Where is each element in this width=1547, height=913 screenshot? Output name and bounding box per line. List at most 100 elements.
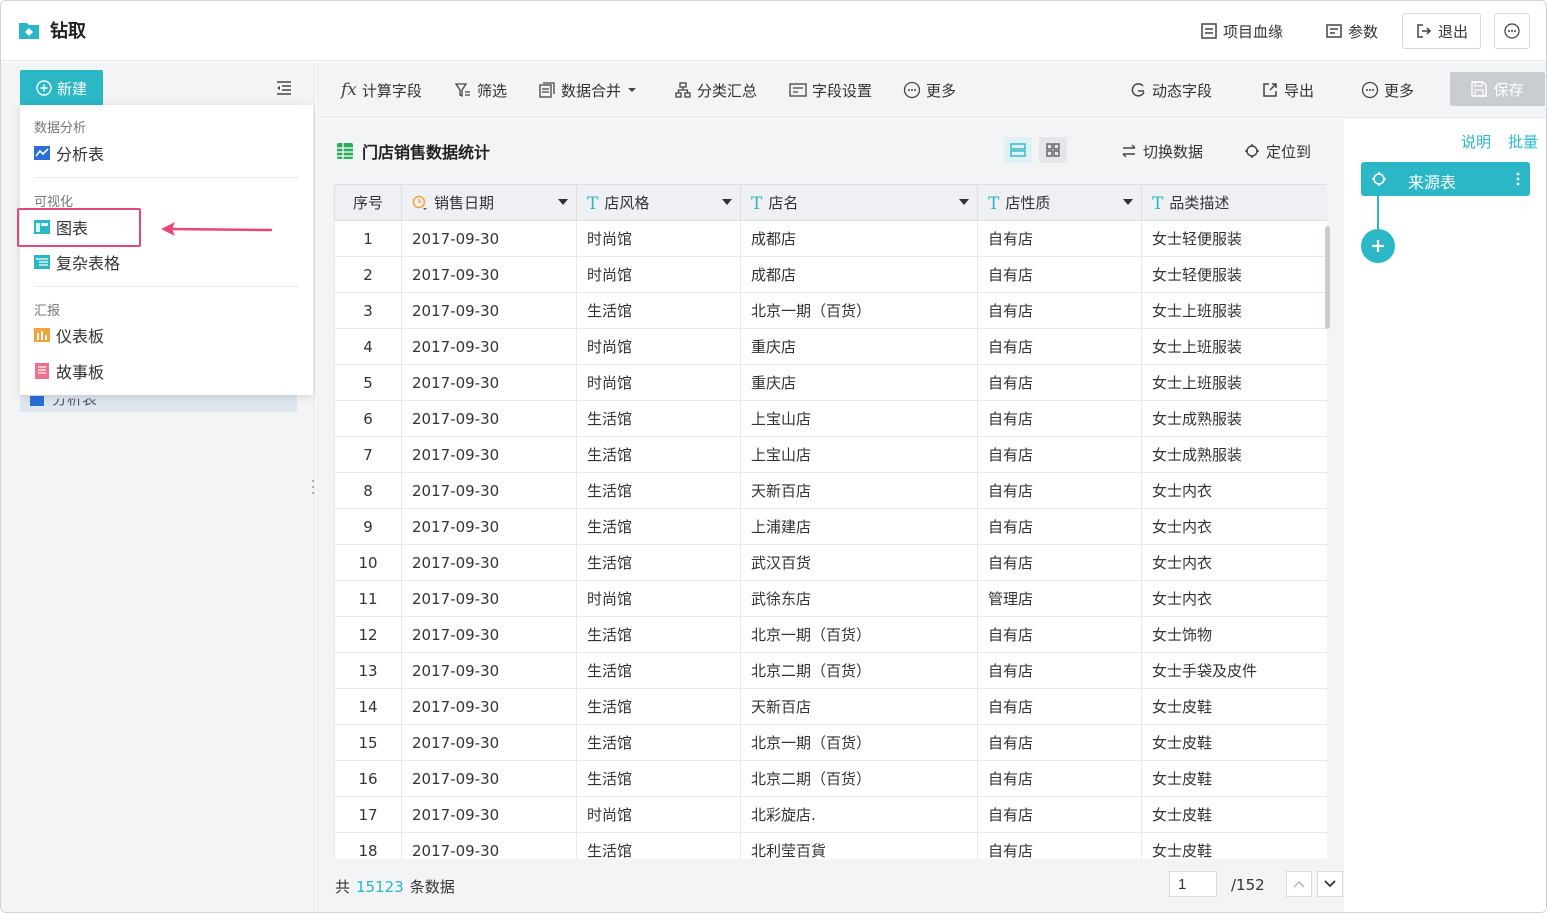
caret-down-icon[interactable] (959, 198, 969, 206)
caret-down-icon[interactable] (722, 198, 732, 206)
table-cell[interactable]: 14 (334, 688, 402, 725)
table-row[interactable]: 6 2017-09-30 生活馆 上宝山店 自有店 女士成熟服装 (334, 400, 1327, 437)
table-cell[interactable]: 2 (334, 256, 402, 293)
table-cell[interactable]: 北京二期（百货） (740, 652, 978, 689)
table-cell[interactable]: 3 (334, 292, 402, 329)
next-page-button[interactable] (1317, 871, 1343, 897)
table-row[interactable]: 8 2017-09-30 生活馆 天新百店 自有店 女士内衣 (334, 472, 1327, 509)
table-cell[interactable]: 7 (334, 436, 402, 473)
table-cell[interactable]: 自有店 (977, 652, 1142, 689)
table-cell[interactable]: 女士内衣 (1141, 580, 1327, 617)
table-cell[interactable]: 2017-09-30 (401, 436, 577, 473)
table-cell[interactable]: 生活馆 (576, 436, 741, 473)
switch-data-button[interactable]: 切换数据 (1121, 139, 1203, 163)
menu-item-storyboard[interactable]: 故事板 (34, 359, 104, 383)
table-row[interactable]: 9 2017-09-30 生活馆 上浦建店 自有店 女士内衣 (334, 508, 1327, 545)
table-cell[interactable]: 自有店 (977, 796, 1142, 833)
table-cell[interactable]: 2017-09-30 (401, 760, 577, 797)
calc-field-button[interactable]: fx 计算字段 (341, 78, 422, 102)
table-cell[interactable]: 自有店 (977, 724, 1142, 761)
collapse-menu-icon[interactable] (275, 80, 293, 96)
table-cell[interactable]: 13 (334, 652, 402, 689)
caret-down-icon[interactable] (558, 198, 568, 206)
table-cell[interactable]: 北利莹百貨 (740, 832, 978, 859)
table-cell[interactable]: 女士皮鞋 (1141, 688, 1327, 725)
table-cell[interactable]: 自有店 (977, 436, 1142, 473)
table-cell[interactable]: 女士皮鞋 (1141, 760, 1327, 797)
table-cell[interactable]: 女士手袋及皮件 (1141, 652, 1327, 689)
table-cell[interactable]: 自有店 (977, 508, 1142, 545)
menu-item-analysis-table[interactable]: 分析表 (34, 141, 104, 165)
caret-down-icon[interactable] (1123, 198, 1133, 206)
table-cell[interactable]: 北彩旋店. (740, 796, 978, 833)
table-cell[interactable]: 成都店 (740, 256, 978, 293)
table-row[interactable]: 10 2017-09-30 生活馆 武汉百货 自有店 女士内衣 (334, 544, 1327, 581)
table-cell[interactable]: 生活馆 (576, 724, 741, 761)
table-cell[interactable]: 北京二期（百货） (740, 760, 978, 797)
exit-button[interactable]: 退出 (1402, 13, 1482, 49)
table-cell[interactable]: 女士皮鞋 (1141, 724, 1327, 761)
table-cell[interactable]: 9 (334, 508, 402, 545)
table-cell[interactable]: 2017-09-30 (401, 724, 577, 761)
data-merge-button[interactable]: 数据合并 (538, 78, 637, 102)
table-cell[interactable]: 女士皮鞋 (1141, 832, 1327, 859)
vertical-dots-icon[interactable] (1516, 171, 1520, 187)
table-cell[interactable]: 6 (334, 400, 402, 437)
table-cell[interactable]: 上宝山店 (740, 400, 978, 437)
table-cell[interactable]: 2017-09-30 (401, 508, 577, 545)
table-cell[interactable]: 2017-09-30 (401, 472, 577, 509)
field-settings-button[interactable]: 字段设置 (789, 78, 872, 102)
table-cell[interactable]: 17 (334, 796, 402, 833)
table-cell[interactable]: 上宝山店 (740, 436, 978, 473)
table-cell[interactable]: 北京一期（百货） (740, 616, 978, 653)
table-cell[interactable]: 1 (334, 220, 402, 257)
table-cell[interactable]: 自有店 (977, 220, 1142, 257)
table-row[interactable]: 4 2017-09-30 时尚馆 重庆店 自有店 女士上班服装 (334, 328, 1327, 365)
explain-link[interactable]: 说明 (1461, 131, 1491, 152)
table-cell[interactable]: 女士上班服装 (1141, 292, 1327, 329)
table-cell[interactable]: 5 (334, 364, 402, 401)
table-row[interactable]: 3 2017-09-30 生活馆 北京一期（百货） 自有店 女士上班服装 (334, 292, 1327, 329)
table-cell[interactable]: 生活馆 (576, 616, 741, 653)
table-cell[interactable]: 2017-09-30 (401, 220, 577, 257)
table-cell[interactable]: 15 (334, 724, 402, 761)
save-button[interactable]: 保存 (1450, 72, 1545, 106)
table-cell[interactable]: 8 (334, 472, 402, 509)
table-cell[interactable]: 天新百店 (740, 472, 978, 509)
table-cell[interactable]: 2017-09-30 (401, 616, 577, 653)
column-header-category-desc[interactable]: T 品类描述 (1141, 184, 1327, 221)
table-cell[interactable]: 18 (334, 832, 402, 859)
table-row[interactable]: 5 2017-09-30 时尚馆 重庆店 自有店 女士上班服装 (334, 364, 1327, 401)
table-row[interactable]: 12 2017-09-30 生活馆 北京一期（百货） 自有店 女士饰物 (334, 616, 1327, 653)
table-cell[interactable]: 武汉百货 (740, 544, 978, 581)
batch-link[interactable]: 批量 (1508, 131, 1538, 152)
table-cell[interactable]: 生活馆 (576, 652, 741, 689)
table-cell[interactable]: 2017-09-30 (401, 400, 577, 437)
table-cell[interactable]: 11 (334, 580, 402, 617)
table-cell[interactable]: 自有店 (977, 364, 1142, 401)
table-cell[interactable]: 生活馆 (576, 292, 741, 329)
table-cell[interactable]: 女士内衣 (1141, 508, 1327, 545)
table-cell[interactable]: 自有店 (977, 292, 1142, 329)
table-row[interactable]: 11 2017-09-30 时尚馆 武徐东店 管理店 女士内衣 (334, 580, 1327, 617)
table-cell[interactable]: 上浦建店 (740, 508, 978, 545)
more-button-left[interactable]: 更多 (903, 78, 956, 102)
column-header-sale-date[interactable]: 销售日期 (401, 184, 577, 221)
table-row[interactable]: 14 2017-09-30 生活馆 天新百店 自有店 女士皮鞋 (334, 688, 1327, 725)
table-cell[interactable]: 2017-09-30 (401, 256, 577, 293)
table-cell[interactable]: 武徐东店 (740, 580, 978, 617)
table-cell[interactable]: 生活馆 (576, 832, 741, 859)
table-cell[interactable]: 自有店 (977, 616, 1142, 653)
table-cell[interactable]: 女士皮鞋 (1141, 796, 1327, 833)
table-cell[interactable]: 女士轻便服装 (1141, 220, 1327, 257)
table-cell[interactable]: 管理店 (977, 580, 1142, 617)
table-row[interactable]: 13 2017-09-30 生活馆 北京二期（百货） 自有店 女士手袋及皮件 (334, 652, 1327, 689)
table-cell[interactable]: 时尚馆 (576, 256, 741, 293)
table-cell[interactable]: 2017-09-30 (401, 328, 577, 365)
table-row[interactable]: 18 2017-09-30 生活馆 北利莹百貨 自有店 女士皮鞋 (334, 832, 1327, 859)
menu-item-dashboard[interactable]: 仪表板 (34, 323, 104, 347)
source-table-node[interactable]: 来源表 (1361, 162, 1530, 196)
prev-page-button[interactable] (1286, 871, 1312, 897)
add-node-button[interactable] (1361, 229, 1395, 263)
table-cell[interactable]: 自有店 (977, 544, 1142, 581)
